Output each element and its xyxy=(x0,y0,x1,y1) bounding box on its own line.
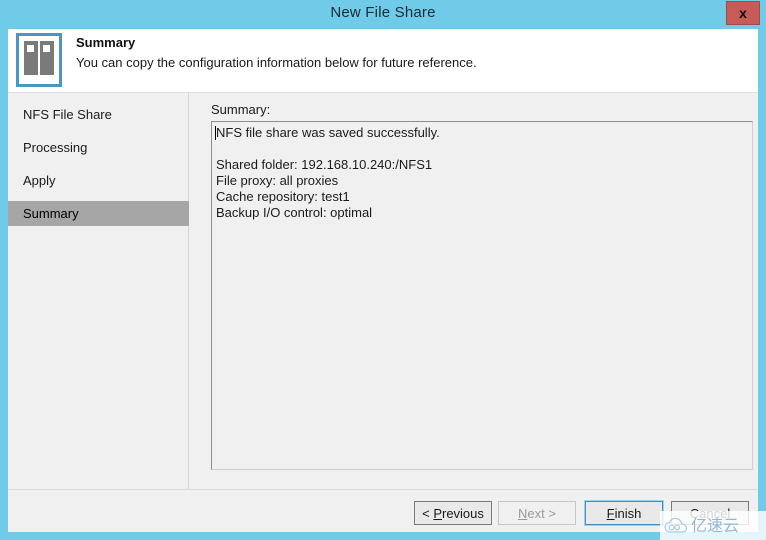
icon-frame xyxy=(16,33,62,87)
icon-slot-right xyxy=(43,45,50,52)
page-title: Summary xyxy=(76,35,136,50)
sidebar-item-processing[interactable]: Processing xyxy=(8,135,189,160)
summary-textarea[interactable]: NFS file share was saved successfully. S… xyxy=(211,121,753,470)
watermark: 亿速云 xyxy=(660,511,766,540)
close-button[interactable]: x xyxy=(726,1,760,25)
sidebar-item-summary[interactable]: Summary xyxy=(8,201,189,226)
icon-slot-left xyxy=(27,45,34,52)
finish-button-label: Finish xyxy=(606,505,642,521)
sidebar-item-label: Summary xyxy=(23,206,79,221)
cloud-logo-icon xyxy=(664,517,688,533)
sidebar-item-label: Apply xyxy=(23,173,56,188)
summary-content: NFS file share was saved successfully. S… xyxy=(216,125,440,220)
window-title: New File Share xyxy=(330,4,436,21)
sidebar-item-apply[interactable]: Apply xyxy=(8,168,189,193)
next-button-label: Next > xyxy=(518,505,556,521)
previous-button-label: < Previous xyxy=(422,505,484,521)
file-share-server-icon xyxy=(16,33,62,87)
close-icon: x xyxy=(739,5,747,21)
button-bar: < Previous Next > Finish Cancel xyxy=(8,489,758,532)
finish-button[interactable]: Finish xyxy=(584,500,664,526)
wizard-header: Summary You can copy the configuration i… xyxy=(8,29,758,93)
icon-panel-left xyxy=(24,41,38,75)
wizard-steps-sidebar: NFS File Share Processing Apply Summary xyxy=(8,93,189,489)
sidebar-item-label: NFS File Share xyxy=(23,107,112,122)
dialog-window: New File Share x Summary You can copy th… xyxy=(0,0,766,540)
watermark-text: 亿速云 xyxy=(691,515,740,535)
summary-label: Summary: xyxy=(211,102,271,117)
main-panel: Summary: NFS file share was saved succes… xyxy=(190,93,758,489)
sidebar-item-nfs-file-share[interactable]: NFS File Share xyxy=(8,102,189,127)
dialog-content: Summary You can copy the configuration i… xyxy=(8,29,758,532)
title-bar: New File Share x xyxy=(0,0,766,29)
sidebar-item-label: Processing xyxy=(23,140,88,155)
previous-button[interactable]: < Previous xyxy=(414,501,492,525)
icon-panel-right xyxy=(40,41,54,75)
page-subtitle: You can copy the configuration informati… xyxy=(76,55,477,70)
next-button: Next > xyxy=(498,501,576,525)
